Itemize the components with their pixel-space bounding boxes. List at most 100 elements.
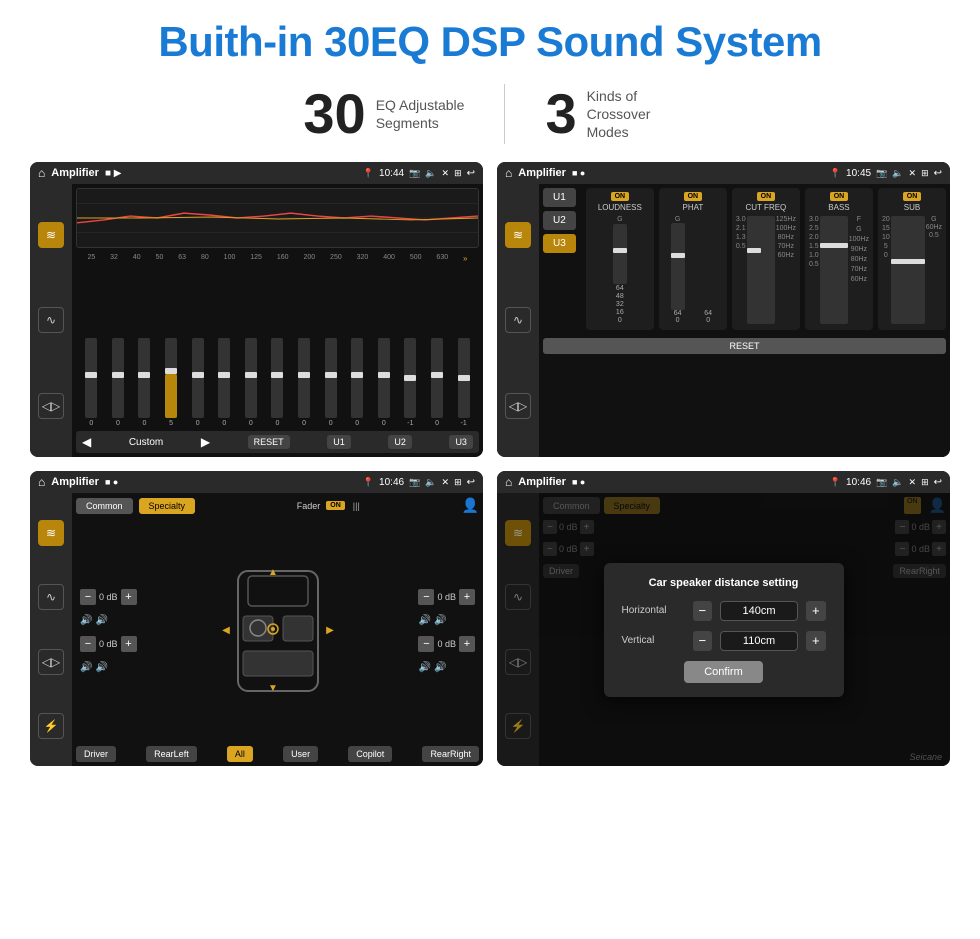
db-bl-plus[interactable]: + [121,636,137,652]
dialog-horizontal-minus[interactable]: − [693,601,712,621]
screen3-back-icon[interactable]: ↩ [467,477,475,488]
eq-u3-btn[interactable]: U3 [449,435,473,449]
eq-track-12[interactable] [404,338,416,418]
loudness-name: LOUDNESS [598,203,642,212]
screen2-wave-icon[interactable]: ∿ [505,307,531,333]
eq-track-8[interactable] [298,338,310,418]
screen3-volume-icon[interactable]: 🔈 [425,477,436,488]
db-tl-minus[interactable]: − [80,589,96,605]
rearright-btn[interactable]: RearRight [422,746,479,762]
screen1-home-icon[interactable]: ⌂ [38,166,45,180]
db-tl-plus[interactable]: + [121,589,137,605]
screen3-common-btn[interactable]: Common [76,498,133,514]
user-btn[interactable]: User [283,746,318,762]
eq-next-btn[interactable]: ▶ [201,435,210,449]
screen1-close-icon[interactable]: ✕ [442,168,450,179]
screen2-close-icon[interactable]: ✕ [909,168,917,179]
screen1-play-icon[interactable]: ■ ▶ [105,168,122,179]
screen2-u3-btn[interactable]: U3 [543,234,576,253]
bass-f-track[interactable] [820,216,848,324]
screen3-bt-icon[interactable]: ⚡ [38,713,64,739]
screen3-home-icon[interactable]: ⌂ [38,475,45,489]
screen3-dup-icon[interactable]: ⊞ [454,477,462,488]
screen2-u2-btn[interactable]: U2 [543,211,576,230]
screen2-u1-btn[interactable]: U1 [543,188,576,207]
screen2-eq-icon[interactable]: ≋ [505,222,531,248]
screen4-back-icon[interactable]: ↩ [934,477,942,488]
eq-reset-btn[interactable]: RESET [248,435,290,449]
confirm-button[interactable]: Confirm [684,661,763,683]
eq-track-0[interactable] [85,338,97,418]
channel-loudness: ON LOUDNESS G 64 48 [586,188,654,330]
db-control-tl: − 0 dB + [80,589,137,605]
db-bl-minus[interactable]: − [80,636,96,652]
copilot-btn[interactable]: Copilot [348,746,392,762]
screen3-specialty-btn[interactable]: Specialty [139,498,196,514]
dialog-horizontal-row: Horizontal − 140cm + [622,601,826,621]
screen1-spk-icon[interactable]: ◁▷ [38,393,64,419]
sub-g-track[interactable] [891,216,925,324]
screen2-spk-icon[interactable]: ◁▷ [505,393,531,419]
screen4-dup-icon[interactable]: ⊞ [921,477,929,488]
screen2-reset-btn[interactable]: RESET [543,338,946,354]
screen1-wave-icon[interactable]: ∿ [38,307,64,333]
screen2-status-right: 📍 10:45 📷 🔈 ✕ ⊞ ↩ [830,168,942,179]
eq-track-5[interactable] [218,338,230,418]
eq-track-4[interactable] [192,338,204,418]
cutfreq-track[interactable] [747,216,775,324]
eq-track-11[interactable] [378,338,390,418]
eq-track-2[interactable] [138,338,150,418]
db-br-plus[interactable]: + [459,636,475,652]
eq-track-7[interactable] [271,338,283,418]
db-br-minus[interactable]: − [418,636,434,652]
eq-track-10[interactable] [351,338,363,418]
screen4-indicators: ■ ● [572,477,585,487]
screen4-close-icon[interactable]: ✕ [909,477,917,488]
screen4-camera-icon[interactable]: 📷 [876,477,887,488]
screen2-home-icon[interactable]: ⌂ [505,166,512,180]
channel-cutfreq: ON CUT FREQ 3.0 2.1 1.3 0.5 [732,188,800,330]
all-btn[interactable]: All [227,746,253,762]
eq-track-9[interactable] [325,338,337,418]
stat-crossover-number: 3 [545,86,576,142]
driver-btn[interactable]: Driver [76,746,116,762]
phat-name: PHAT [682,203,703,212]
dialog-horizontal-plus[interactable]: + [806,601,825,621]
phat-g-track[interactable] [671,223,685,310]
eq-u2-btn[interactable]: U2 [388,435,412,449]
loudness-g-track[interactable] [613,224,627,284]
screen2-dup-icon[interactable]: ⊞ [921,168,929,179]
db-tr-plus[interactable]: + [459,589,475,605]
screen3-left-controls: − 0 dB + 🔊 🔊 − 0 dB + [80,520,137,742]
screen3-spk-icon[interactable]: ◁▷ [38,649,64,675]
screen1-dup-icon[interactable]: ⊞ [454,168,462,179]
screen1-camera-icon[interactable]: 📷 [409,168,420,179]
speaker-icon-r2: 🔊 [434,615,446,626]
screen2-camera-icon[interactable]: 📷 [876,168,887,179]
screen3-eq-icon[interactable]: ≋ [38,520,64,546]
dialog-vertical-plus[interactable]: + [806,631,825,651]
eq-prev-btn[interactable]: ◀ [82,435,91,449]
eq-track-3[interactable] [165,338,177,418]
screen3-wave-icon[interactable]: ∿ [38,584,64,610]
eq-track-13[interactable] [431,338,443,418]
db-tr-minus[interactable]: − [418,589,434,605]
eq-track-14[interactable] [458,338,470,418]
screen1-back-icon[interactable]: ↩ [467,168,475,179]
screen1-eq-icon[interactable]: ≋ [38,222,64,248]
screen4-home-icon[interactable]: ⌂ [505,475,512,489]
screen1-volume-icon[interactable]: 🔈 [425,168,436,179]
eq-u1-btn[interactable]: U1 [327,435,351,449]
screen4-volume-icon[interactable]: 🔈 [892,477,903,488]
eq-track-1[interactable] [112,338,124,418]
screen3-camera-icon[interactable]: 📷 [409,477,420,488]
screen3-status-right: 📍 10:46 📷 🔈 ✕ ⊞ ↩ [363,477,475,488]
screen2-back-icon[interactable]: ↩ [934,168,942,179]
screen3-close-icon[interactable]: ✕ [442,477,450,488]
eq-slider-3: 5 [165,338,177,427]
dialog-vertical-minus[interactable]: − [693,631,712,651]
screen2-volume-icon[interactable]: 🔈 [892,168,903,179]
rearleft-btn[interactable]: RearLeft [146,746,197,762]
eq-sliders-row: 0 0 0 [76,265,479,427]
eq-track-6[interactable] [245,338,257,418]
